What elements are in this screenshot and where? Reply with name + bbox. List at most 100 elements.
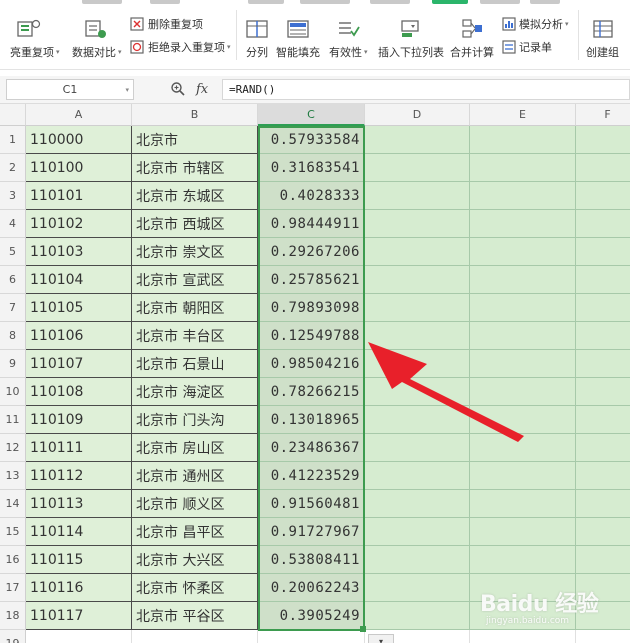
cell-c2[interactable]: 0.31683541: [258, 154, 365, 182]
insert-function-icon[interactable]: fx: [196, 82, 208, 97]
cell-b1[interactable]: 北京市: [132, 126, 258, 154]
cell-d18[interactable]: [365, 602, 470, 630]
cell-a8[interactable]: 110106: [26, 322, 132, 350]
cell-a2[interactable]: 110100: [26, 154, 132, 182]
cell-a18[interactable]: 110117: [26, 602, 132, 630]
cell-f6[interactable]: [576, 266, 630, 294]
cell-b2[interactable]: 北京市 市辖区: [132, 154, 258, 182]
cell-f14[interactable]: [576, 490, 630, 518]
record-form-button[interactable]: 记录单: [502, 39, 552, 55]
cell-c4[interactable]: 0.98444911: [258, 210, 365, 238]
highlight-duplicates-button[interactable]: 亮重复项 ▾: [10, 18, 60, 60]
cell-d10[interactable]: [365, 378, 470, 406]
cell-d13[interactable]: [365, 462, 470, 490]
cell-a13[interactable]: 110112: [26, 462, 132, 490]
cell-d15[interactable]: [365, 518, 470, 546]
cell-b13[interactable]: 北京市 通州区: [132, 462, 258, 490]
cell-e1[interactable]: [470, 126, 576, 154]
cell-d6[interactable]: [365, 266, 470, 294]
cell-d8[interactable]: [365, 322, 470, 350]
cell-a12[interactable]: 110111: [26, 434, 132, 462]
cell-c7[interactable]: 0.79893098: [258, 294, 365, 322]
cell-e16[interactable]: [470, 546, 576, 574]
reject-duplicates-button[interactable]: 拒绝录入重复项 ▾: [130, 39, 231, 55]
data-compare-button[interactable]: 数据对比 ▾: [72, 18, 122, 60]
cell-f12[interactable]: [576, 434, 630, 462]
cell-a15[interactable]: 110114: [26, 518, 132, 546]
row-header[interactable]: 19: [0, 630, 26, 643]
cell-f13[interactable]: [576, 462, 630, 490]
cell-f15[interactable]: [576, 518, 630, 546]
cell-f2[interactable]: [576, 154, 630, 182]
cell-e3[interactable]: [470, 182, 576, 210]
row-header[interactable]: 11: [0, 406, 26, 434]
auto-fill-options-icon[interactable]: ▾: [368, 634, 394, 643]
row-header[interactable]: 16: [0, 546, 26, 574]
cell-e12[interactable]: [470, 434, 576, 462]
cell-d2[interactable]: [365, 154, 470, 182]
cell-c9[interactable]: 0.98504216: [258, 350, 365, 378]
cell-f7[interactable]: [576, 294, 630, 322]
column-header-a[interactable]: A: [26, 104, 132, 126]
validity-button[interactable]: 有效性 ▾: [329, 18, 368, 60]
fill-handle[interactable]: [360, 626, 366, 632]
cell-b10[interactable]: 北京市 海淀区: [132, 378, 258, 406]
cell-f11[interactable]: [576, 406, 630, 434]
cell-f8[interactable]: [576, 322, 630, 350]
cell-f16[interactable]: [576, 546, 630, 574]
cell-b19[interactable]: [132, 630, 258, 643]
cell-f10[interactable]: [576, 378, 630, 406]
row-header[interactable]: 4: [0, 210, 26, 238]
cell-b11[interactable]: 北京市 门头沟: [132, 406, 258, 434]
cell-a10[interactable]: 110108: [26, 378, 132, 406]
name-box[interactable]: C1 ▾: [6, 79, 134, 100]
cell-c16[interactable]: 0.53808411: [258, 546, 365, 574]
column-header-c[interactable]: C: [258, 104, 365, 126]
cell-a9[interactable]: 110107: [26, 350, 132, 378]
cell-c15[interactable]: 0.91727967: [258, 518, 365, 546]
row-header[interactable]: 7: [0, 294, 26, 322]
row-header[interactable]: 6: [0, 266, 26, 294]
cell-d17[interactable]: [365, 574, 470, 602]
cell-b5[interactable]: 北京市 崇文区: [132, 238, 258, 266]
cell-a7[interactable]: 110105: [26, 294, 132, 322]
chevron-down-icon[interactable]: ▾: [125, 86, 129, 94]
cell-a5[interactable]: 110103: [26, 238, 132, 266]
cell-f9[interactable]: [576, 350, 630, 378]
cell-b17[interactable]: 北京市 怀柔区: [132, 574, 258, 602]
cell-b14[interactable]: 北京市 顺义区: [132, 490, 258, 518]
row-header[interactable]: 8: [0, 322, 26, 350]
cell-a1[interactable]: 110000: [26, 126, 132, 154]
cell-d12[interactable]: [365, 434, 470, 462]
cell-c12[interactable]: 0.23486367: [258, 434, 365, 462]
cell-b16[interactable]: 北京市 大兴区: [132, 546, 258, 574]
cell-e15[interactable]: [470, 518, 576, 546]
cell-f3[interactable]: [576, 182, 630, 210]
cell-c18[interactable]: 0.3905249: [258, 602, 365, 630]
insert-dropdown-list-button[interactable]: 插入下拉列表: [378, 18, 444, 60]
cell-b12[interactable]: 北京市 房山区: [132, 434, 258, 462]
cell-e10[interactable]: [470, 378, 576, 406]
delete-duplicates-button[interactable]: 删除重复项: [130, 16, 203, 32]
cell-b8[interactable]: 北京市 丰台区: [132, 322, 258, 350]
cell-a4[interactable]: 110102: [26, 210, 132, 238]
cell-c17[interactable]: 0.20062243: [258, 574, 365, 602]
cell-b6[interactable]: 北京市 宣武区: [132, 266, 258, 294]
cell-d14[interactable]: [365, 490, 470, 518]
cell-b15[interactable]: 北京市 昌平区: [132, 518, 258, 546]
cell-e9[interactable]: [470, 350, 576, 378]
cell-d5[interactable]: [365, 238, 470, 266]
cell-d7[interactable]: [365, 294, 470, 322]
row-header[interactable]: 18: [0, 602, 26, 630]
cell-c14[interactable]: 0.91560481: [258, 490, 365, 518]
cell-a11[interactable]: 110109: [26, 406, 132, 434]
cell-e13[interactable]: [470, 462, 576, 490]
cell-e7[interactable]: [470, 294, 576, 322]
column-header-f[interactable]: F: [576, 104, 630, 126]
cell-e8[interactable]: [470, 322, 576, 350]
cell-d4[interactable]: [365, 210, 470, 238]
cell-c6[interactable]: 0.25785621: [258, 266, 365, 294]
cell-c10[interactable]: 0.78266215: [258, 378, 365, 406]
row-header[interactable]: 17: [0, 574, 26, 602]
column-header-d[interactable]: D: [365, 104, 470, 126]
